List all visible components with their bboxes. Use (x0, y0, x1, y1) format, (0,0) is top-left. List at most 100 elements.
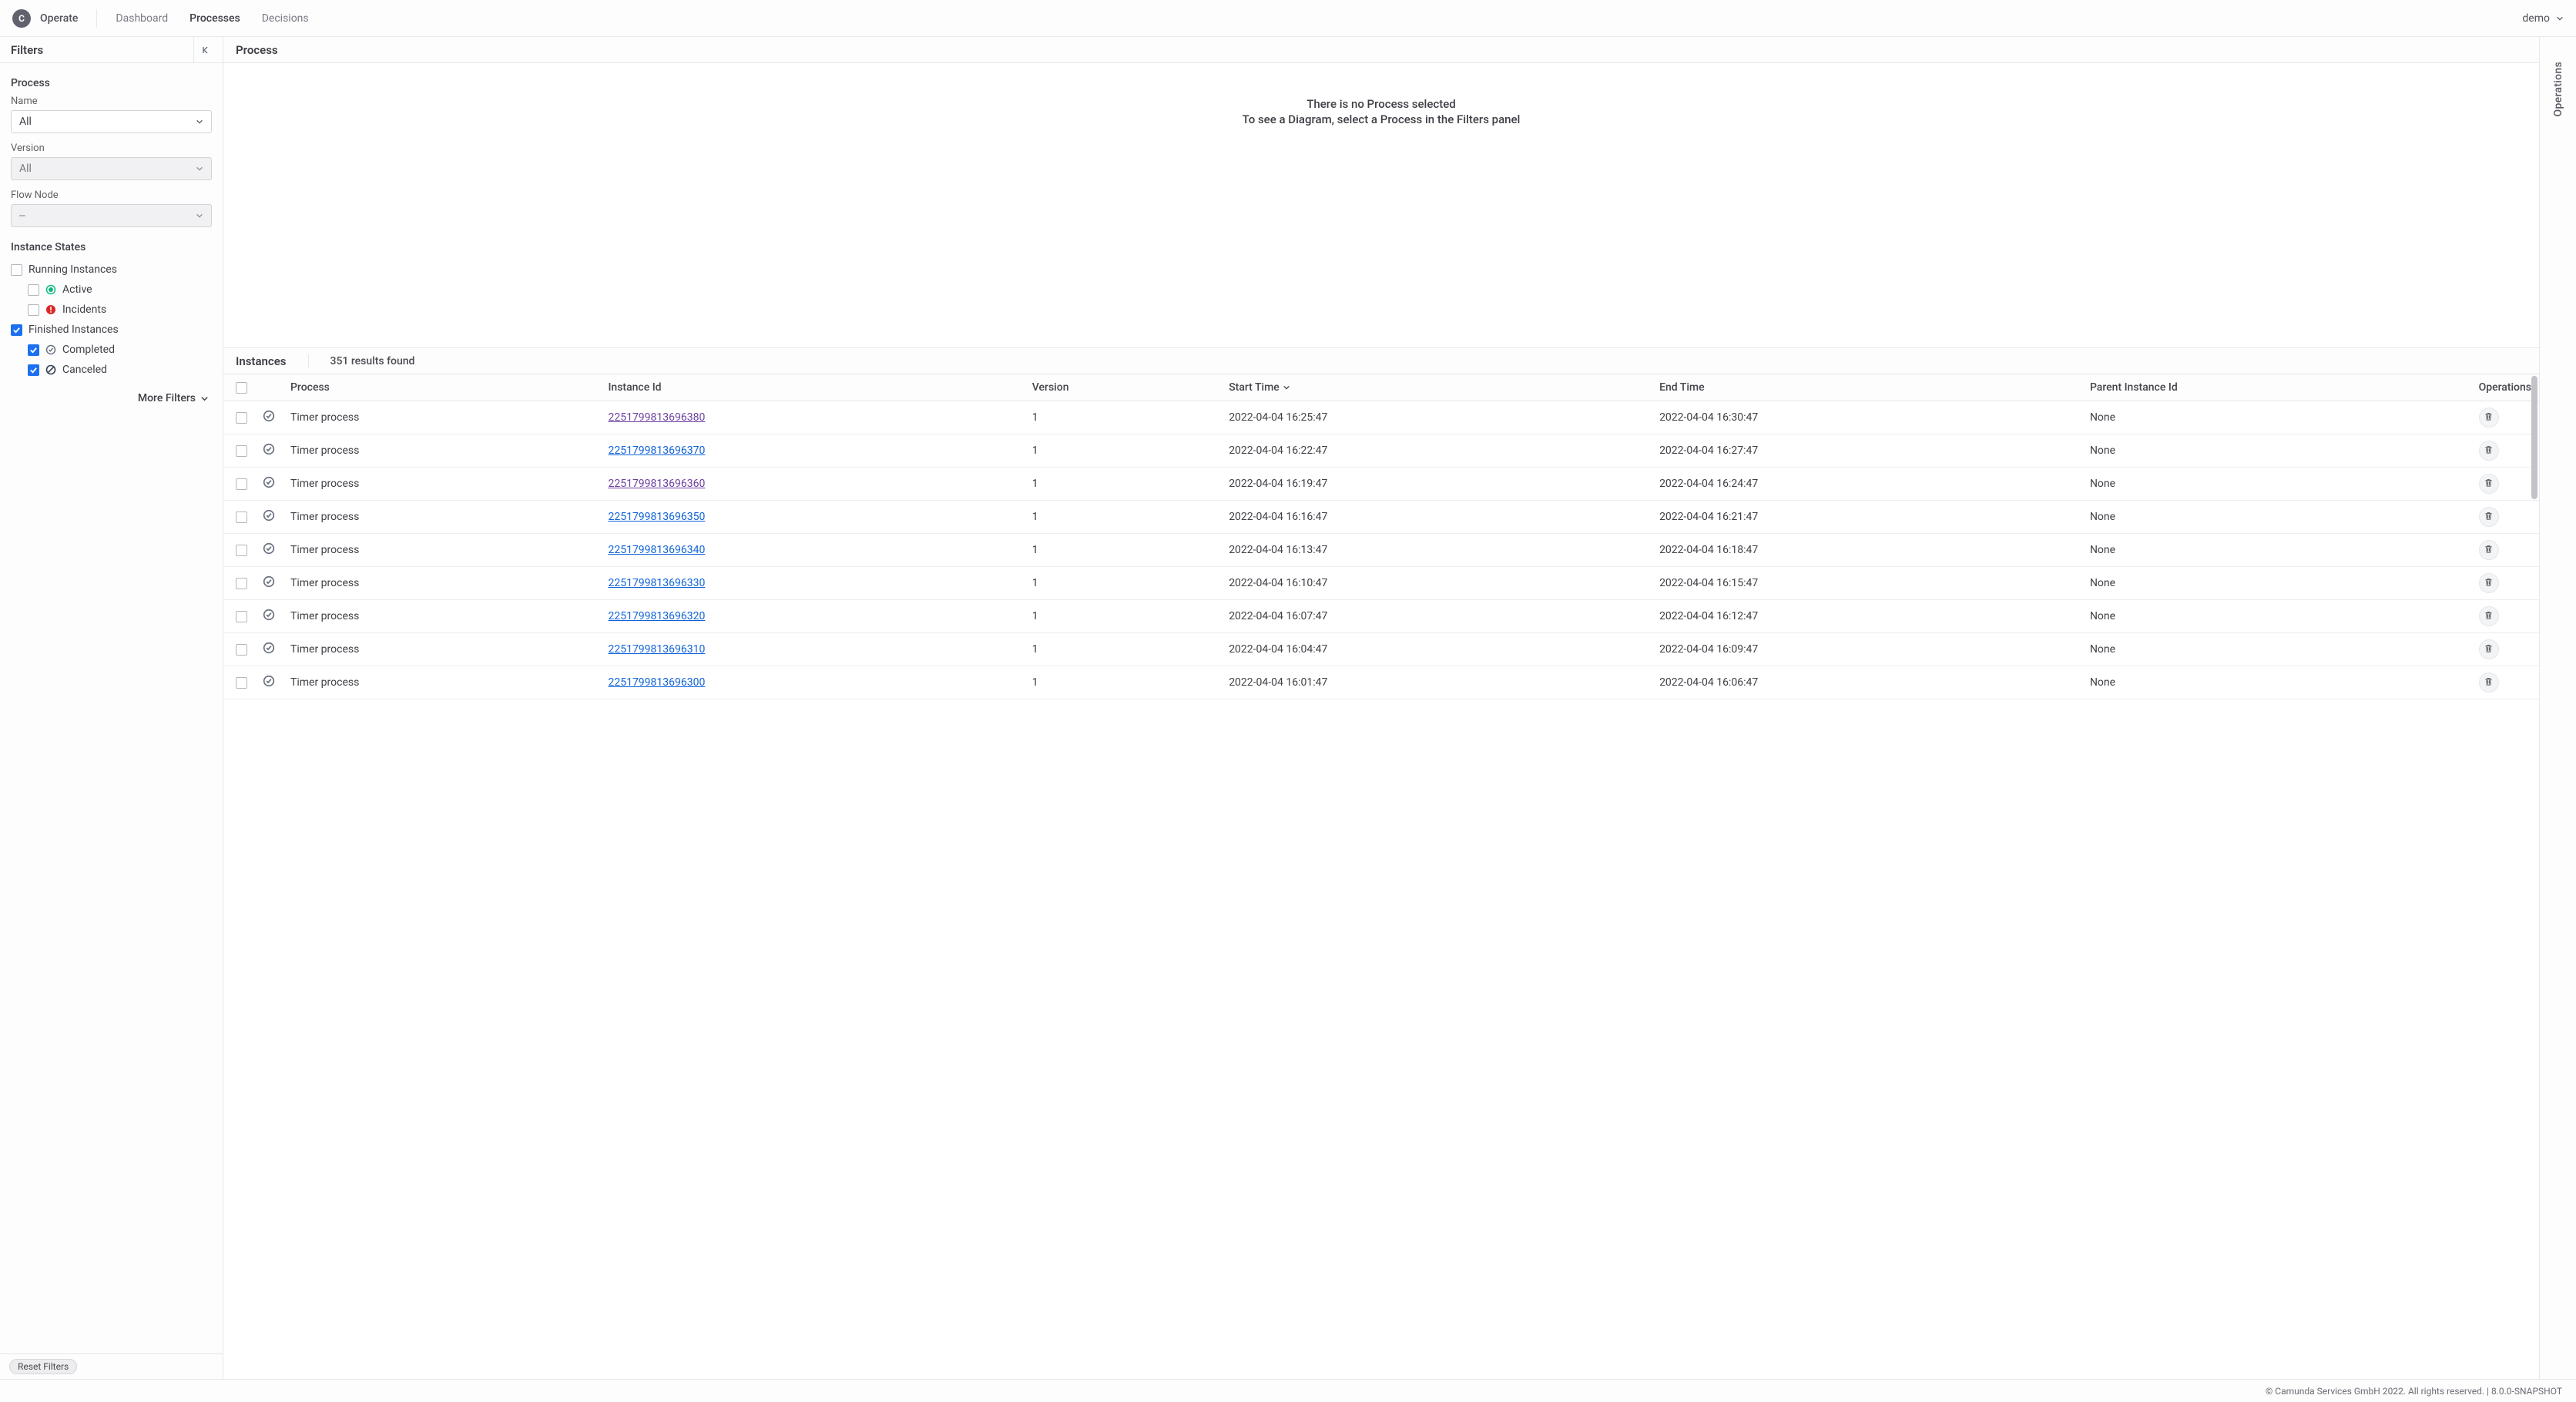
row-end-time: 2022-04-04 16:27:47 (1652, 434, 2082, 468)
incidents-checkbox-row[interactable]: Incidents (11, 300, 212, 320)
flownode-select[interactable]: -- (11, 204, 212, 227)
finished-checkbox[interactable] (11, 324, 22, 336)
reset-filters-button[interactable]: Reset Filters (9, 1359, 77, 1374)
row-version: 1 (1025, 666, 1221, 699)
more-filters-label: More Filters (138, 392, 196, 404)
row-checkbox[interactable] (236, 412, 247, 424)
row-instance-id-link[interactable]: 2251799813696300 (608, 676, 705, 689)
delete-instance-button[interactable] (2479, 573, 2499, 593)
col-process[interactable]: Process (283, 374, 600, 401)
running-checkbox[interactable] (11, 264, 22, 276)
row-instance-id-link[interactable]: 2251799813696350 (608, 511, 705, 523)
select-all-checkbox[interactable] (236, 382, 247, 394)
brand[interactable]: C Operate (12, 9, 97, 28)
row-status (255, 434, 283, 468)
row-instance-id-link[interactable]: 2251799813696330 (608, 577, 705, 589)
user-name: demo (2522, 12, 2550, 25)
nav-processes[interactable]: Processes (190, 12, 240, 25)
row-instance-id-link[interactable]: 2251799813696340 (608, 544, 705, 556)
operations-rail[interactable]: Operations (2539, 37, 2576, 1379)
name-select[interactable]: All (11, 110, 212, 133)
finished-instances-checkbox-row[interactable]: Finished Instances (11, 320, 212, 340)
incidents-checkbox[interactable] (28, 304, 39, 316)
delete-instance-button[interactable] (2479, 474, 2499, 494)
delete-instance-button[interactable] (2479, 507, 2499, 527)
row-process: Timer process (283, 567, 600, 600)
delete-instance-button[interactable] (2479, 540, 2499, 560)
instances-table-wrap[interactable]: Process Instance Id Version Start Time E… (223, 374, 2539, 1379)
canceled-label: Canceled (62, 364, 107, 376)
row-instance-id-link[interactable]: 2251799813696360 (608, 478, 705, 490)
trash-icon (2484, 577, 2494, 590)
nav-dashboard[interactable]: Dashboard (116, 12, 168, 25)
trash-icon (2484, 444, 2494, 458)
canceled-checkbox-row[interactable]: Canceled (11, 360, 212, 380)
row-instance-id-link[interactable]: 2251799813696380 (608, 411, 705, 424)
chevron-down-icon (196, 165, 203, 173)
active-checkbox-row[interactable]: Active (11, 280, 212, 300)
content: Process There is no Process selected To … (223, 37, 2539, 1379)
trash-icon (2484, 676, 2494, 689)
running-instances-checkbox-row[interactable]: Running Instances (11, 260, 212, 280)
row-parent: None (2082, 501, 2471, 534)
row-version: 1 (1025, 501, 1221, 534)
instances-result-count: 351 results found (330, 355, 415, 367)
completed-checkbox-row[interactable]: Completed (11, 340, 212, 360)
row-checkbox[interactable] (236, 677, 247, 689)
footer: © Camunda Services GmbH 2022. All rights… (0, 1379, 2576, 1402)
delete-instance-button[interactable] (2479, 408, 2499, 428)
col-instance-id[interactable]: Instance Id (600, 374, 1024, 401)
delete-instance-button[interactable] (2479, 441, 2499, 461)
col-select-all[interactable] (223, 374, 255, 401)
row-instance-id-link[interactable]: 2251799813696370 (608, 444, 705, 457)
row-instance-id-link[interactable]: 2251799813696310 (608, 643, 705, 656)
table-row: Timer process225179981369631012022-04-04… (223, 633, 2539, 666)
row-end-time: 2022-04-04 16:30:47 (1652, 401, 2082, 434)
more-filters-button[interactable]: More Filters (11, 392, 212, 404)
row-checkbox[interactable] (236, 545, 247, 556)
process-title: Process (236, 43, 278, 57)
canceled-status-icon (45, 364, 56, 375)
row-status (255, 633, 283, 666)
row-start-time: 2022-04-04 16:22:47 (1221, 434, 1652, 468)
col-version[interactable]: Version (1025, 374, 1221, 401)
collapse-filters-button[interactable] (193, 37, 212, 63)
row-version: 1 (1025, 534, 1221, 567)
row-process: Timer process (283, 501, 600, 534)
row-checkbox[interactable] (236, 644, 247, 656)
row-checkbox[interactable] (236, 445, 247, 457)
delete-instance-button[interactable] (2479, 606, 2499, 626)
states-section-title: Instance States (11, 241, 212, 253)
delete-instance-button[interactable] (2479, 639, 2499, 659)
incidents-label: Incidents (62, 304, 106, 316)
row-instance-id-link[interactable]: 2251799813696320 (608, 610, 705, 622)
row-checkbox[interactable] (236, 511, 247, 523)
collapse-left-icon (202, 45, 211, 55)
row-parent: None (2082, 468, 2471, 501)
row-checkbox[interactable] (236, 478, 247, 490)
col-parent[interactable]: Parent Instance Id (2082, 374, 2471, 401)
canceled-checkbox[interactable] (28, 364, 39, 376)
col-start-time[interactable]: Start Time (1221, 374, 1652, 401)
col-end-time[interactable]: End Time (1652, 374, 2082, 401)
row-status (255, 468, 283, 501)
scrollbar-thumb[interactable] (2531, 376, 2537, 499)
version-select[interactable]: All (11, 157, 212, 180)
active-checkbox[interactable] (28, 284, 39, 296)
row-start-time: 2022-04-04 16:19:47 (1221, 468, 1652, 501)
completed-checkbox[interactable] (28, 344, 39, 356)
row-status (255, 567, 283, 600)
row-checkbox[interactable] (236, 611, 247, 622)
row-version: 1 (1025, 600, 1221, 633)
row-checkbox[interactable] (236, 578, 247, 589)
header-left: C Operate Dashboard Processes Decisions (12, 9, 309, 28)
row-end-time: 2022-04-04 16:06:47 (1652, 666, 2082, 699)
row-parent: None (2082, 567, 2471, 600)
delete-instance-button[interactable] (2479, 672, 2499, 693)
user-menu[interactable]: demo (2522, 12, 2564, 25)
nav-decisions[interactable]: Decisions (262, 12, 309, 25)
row-parent: None (2082, 666, 2471, 699)
row-status (255, 401, 283, 434)
top-nav: Dashboard Processes Decisions (116, 12, 308, 25)
trash-icon (2484, 478, 2494, 491)
